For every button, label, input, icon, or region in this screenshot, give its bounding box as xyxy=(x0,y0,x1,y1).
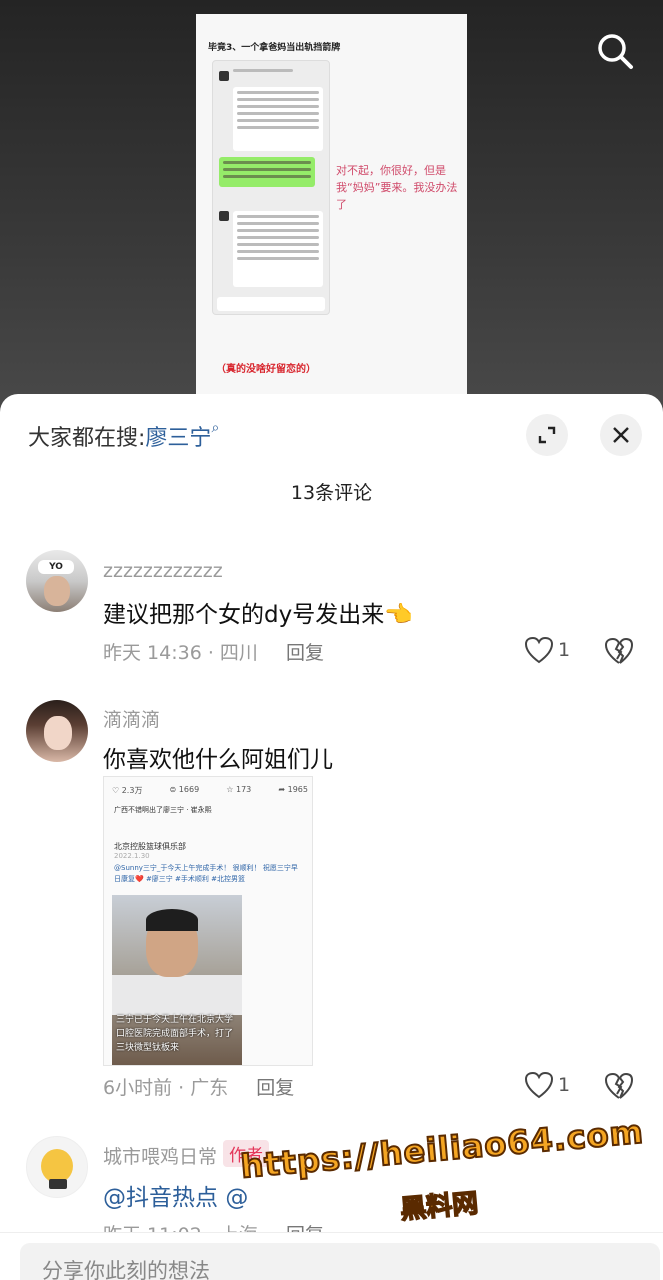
comment-meta: 6小时前 · 广东 回复 xyxy=(103,1073,294,1100)
comment-text: @抖音热点 @ xyxy=(103,1178,248,1212)
image-photo-caption: 三宁已于今天上午在北京大学口腔医院完成面部手术，打了三块微型钛板来 xyxy=(116,1015,234,1053)
image-post-date: 2022.1.30 xyxy=(114,852,150,860)
comment-username[interactable]: 滴滴滴 xyxy=(103,705,160,732)
avatar[interactable] xyxy=(26,1136,88,1198)
comment-time-location: 昨天 14:36 · 四川 xyxy=(103,642,258,664)
image-stats: ♡ 2.3万 ⊜ 1669 ☆ 173 ➦ 1965 xyxy=(112,785,308,796)
image-club-name: 北京控股篮球俱乐部 2022.1.30 xyxy=(114,841,186,860)
heart-icon xyxy=(524,636,554,664)
like-count: 1 xyxy=(558,1074,571,1096)
reply-button[interactable]: 回复 xyxy=(286,642,324,664)
expand-icon xyxy=(538,426,556,444)
search-icon[interactable] xyxy=(594,30,636,72)
close-icon xyxy=(613,427,629,443)
image-related-text: 广西不错啊出了廖三宁 · 崔永熙 xyxy=(114,806,212,814)
image-post-text: @Sunny三宁_于今天上午完成手术！ 很顺利！ 祝愿三宁早日康复❤️ #廖三宁… xyxy=(114,864,298,883)
hot-search-keyword[interactable]: 廖三宁 xyxy=(145,426,211,451)
like-button[interactable]: 1 xyxy=(524,636,570,664)
video-background[interactable]: 毕竟3、一个拿爸妈当出轨挡箭牌 对不起，你很好，但是我“妈妈”要来。我没办法了 … xyxy=(0,0,663,420)
comment-text: 你喜欢他什么阿姐们儿 xyxy=(103,747,333,773)
comment-username[interactable]: zzzzzzzzzzzz xyxy=(103,560,223,582)
expand-button[interactable] xyxy=(526,414,568,456)
image-stat-likes: ♡ 2.3万 xyxy=(112,786,143,795)
image-stat-comments: ⊜ 1669 xyxy=(169,785,200,794)
watermark-name: 黑料网 xyxy=(398,1188,480,1226)
small-search-icon: ⌕ xyxy=(211,420,220,436)
comment-text: 建议把那个女的dy号发出来👈 xyxy=(103,602,413,628)
comment-time-location: 6小时前 · 广东 xyxy=(103,1077,229,1099)
mention-link[interactable]: @ xyxy=(225,1185,248,1211)
image-photo: 三宁已于今天上午在北京大学口腔医院完成面部手术，打了三块微型钛板来 xyxy=(112,895,242,1065)
hot-search-link[interactable]: 大家都在搜:廖三宁⌕ xyxy=(28,420,219,452)
chat-screenshot xyxy=(212,60,330,315)
broken-heart-icon[interactable] xyxy=(604,637,634,665)
comment-meta: 昨天 14:36 · 四川 回复 xyxy=(103,638,324,665)
broken-heart-icon[interactable] xyxy=(604,1072,634,1100)
video-note: 对不起，你很好，但是我“妈妈”要来。我没办法了 xyxy=(336,164,458,211)
video-screenshot: 毕竟3、一个拿爸妈当出轨挡箭牌 对不起，你很好，但是我“妈妈”要来。我没办法了 … xyxy=(196,14,467,406)
hot-search-prefix: 大家都在搜: xyxy=(28,426,146,451)
mention-link[interactable]: @抖音热点 xyxy=(103,1185,218,1211)
image-club-title: 北京控股篮球俱乐部 xyxy=(114,842,186,851)
like-button[interactable]: 1 xyxy=(524,1071,570,1099)
avatar[interactable]: YO xyxy=(26,550,88,612)
like-count: 1 xyxy=(558,639,571,661)
video-title: 毕竟3、一个拿爸妈当出轨挡箭牌 xyxy=(208,43,341,53)
comment-count: 13条评论 xyxy=(290,482,373,504)
comment-image[interactable]: ♡ 2.3万 ⊜ 1669 ☆ 173 ➦ 1965 广西不错啊出了廖三宁 · … xyxy=(103,776,313,1066)
comment-username-text[interactable]: 城市喂鸡日常 xyxy=(103,1146,217,1168)
avatar[interactable] xyxy=(26,700,88,762)
reply-button[interactable]: 回复 xyxy=(256,1077,294,1099)
image-stat-shares: ➦ 1965 xyxy=(278,785,308,794)
comment-input-bar: 分享你此刻的想法 xyxy=(0,1232,663,1280)
heart-icon xyxy=(524,1071,554,1099)
video-caption: （真的没啥好留恋的） xyxy=(216,364,316,375)
comment-input[interactable]: 分享你此刻的想法 xyxy=(20,1243,660,1280)
image-stat-favorites: ☆ 173 xyxy=(226,785,252,794)
close-button[interactable] xyxy=(600,414,642,456)
